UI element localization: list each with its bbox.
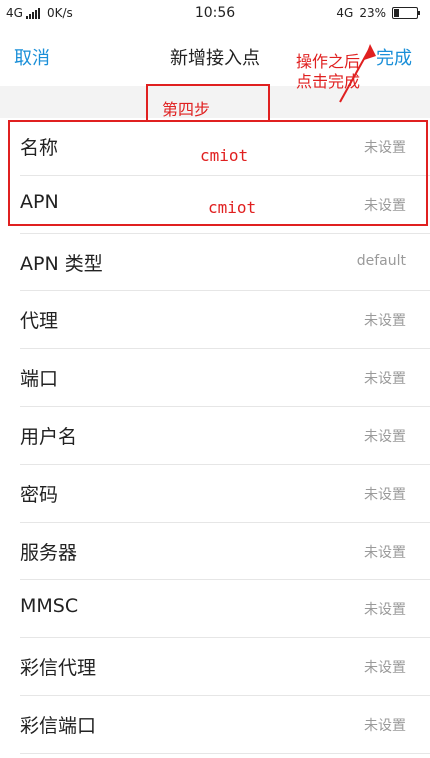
settings-row[interactable]: 服务器 未设置	[0, 523, 430, 581]
row-label: 服务器	[20, 541, 78, 564]
row-label: APN 类型	[20, 252, 103, 275]
row-value: 未设置	[364, 371, 406, 388]
settings-row[interactable]: 彩信端口 未设置	[0, 696, 430, 754]
row-value: 未设置	[364, 428, 406, 445]
name-annotation: cmiot	[200, 146, 249, 165]
row-label: 彩信端口	[20, 714, 97, 737]
settings-row[interactable]: MMSC 未设置	[0, 580, 430, 639]
network-type-right: 4G	[336, 6, 354, 20]
arrow-icon	[339, 44, 376, 103]
apn-annotation: cmiot	[208, 198, 257, 217]
settings-row[interactable]: 代理 未设置	[0, 291, 430, 350]
status-right: 4G 23%	[336, 6, 420, 20]
settings-row[interactable]: APN 类型 default	[0, 234, 430, 292]
row-value: 未设置	[364, 313, 406, 330]
battery-icon	[392, 7, 420, 19]
battery-percent: 23%	[359, 6, 386, 20]
row-value: 未设置	[364, 544, 406, 561]
row-value: 未设置	[364, 717, 406, 734]
settings-row[interactable]: 端口 未设置	[0, 349, 430, 407]
row-label: 用户名	[20, 425, 78, 448]
battery-fill	[394, 9, 400, 17]
row-value: 未设置	[364, 660, 406, 677]
row-value: 未设置	[364, 486, 406, 503]
row-label: 端口	[20, 368, 59, 391]
settings-row[interactable]: 用户名 未设置	[0, 407, 430, 465]
row-label: 代理	[20, 310, 59, 333]
settings-row[interactable]: 彩信代理 未设置	[0, 638, 430, 696]
row-label: 彩信代理	[20, 657, 97, 680]
row-value: default	[356, 252, 406, 269]
row-label: 密码	[20, 483, 59, 506]
row-label: MMSC	[20, 595, 79, 618]
step-annotation: 第四步	[162, 100, 211, 119]
status-bar: 4G 0K/s 10:56 4G 23%	[0, 0, 430, 28]
row-value: 未设置	[364, 602, 406, 619]
settings-row[interactable]: 密码 未设置	[0, 465, 430, 523]
row-divider	[20, 752, 430, 754]
